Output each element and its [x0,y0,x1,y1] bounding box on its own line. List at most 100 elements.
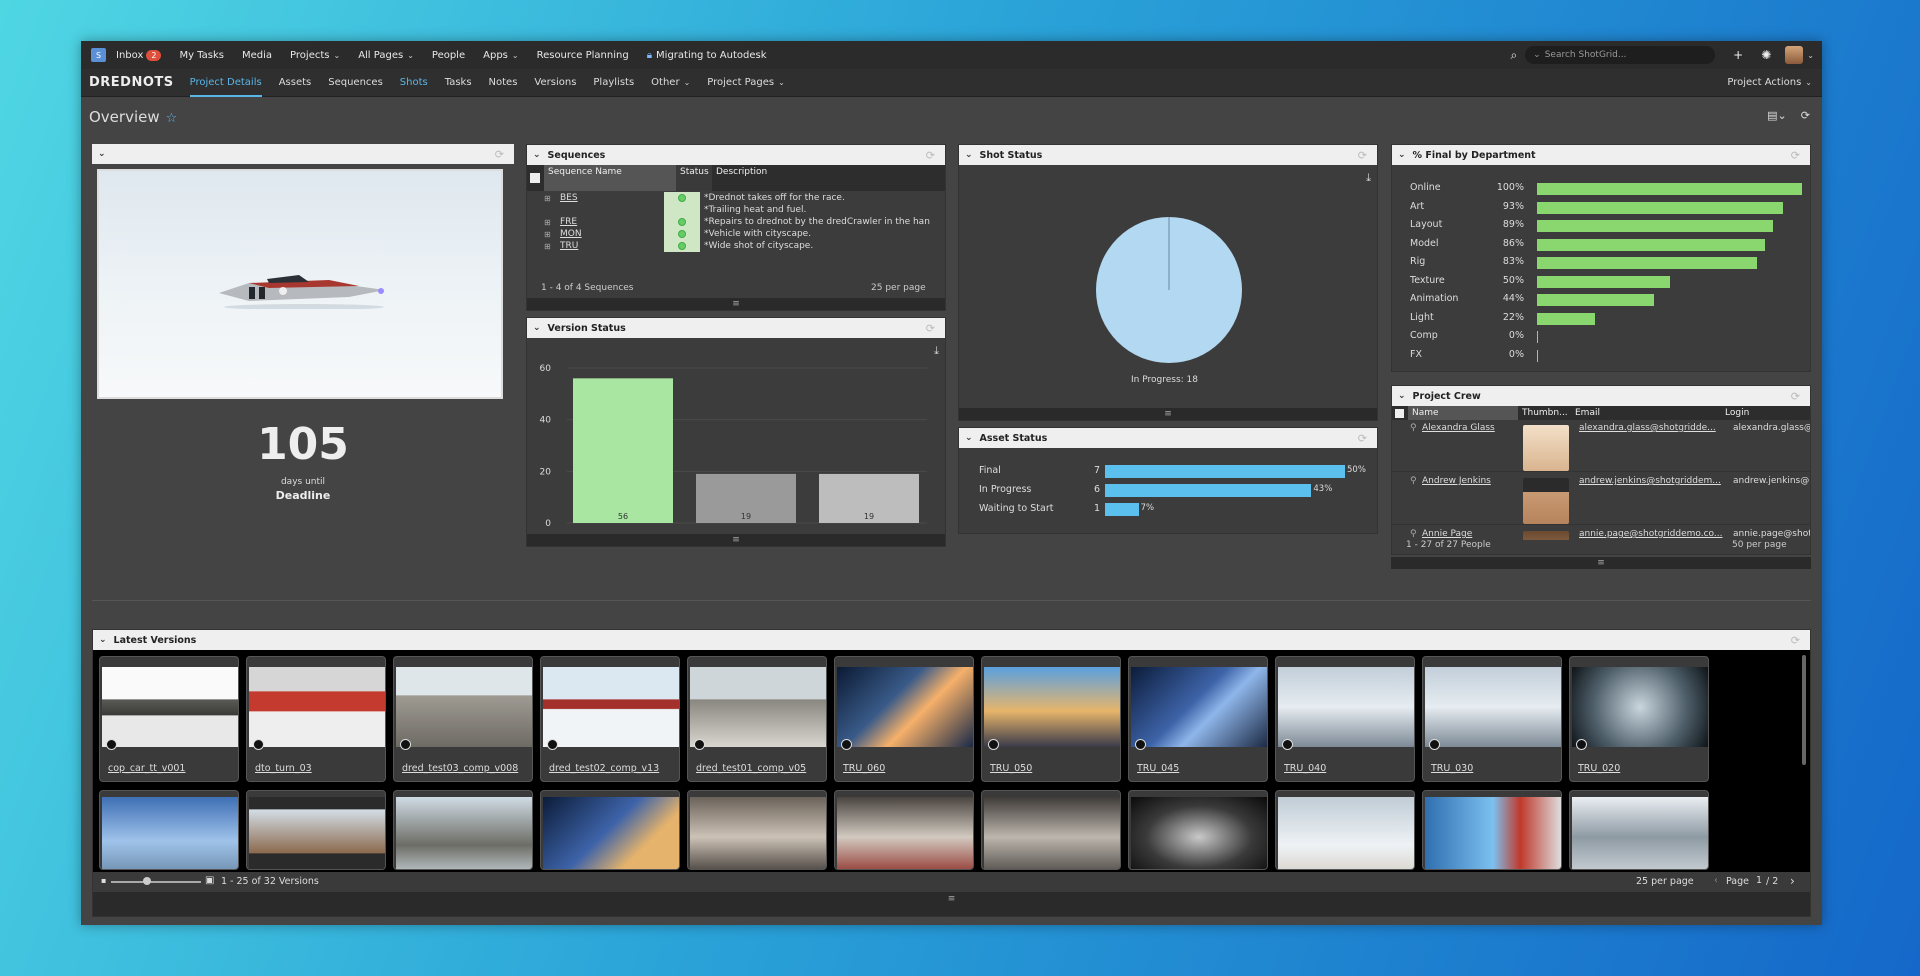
table-row[interactable]: ⚲ Alexandra Glass alexandra.glass@shotgrid… [1392,420,1810,472]
sequence-name-link[interactable]: TRU [556,241,664,251]
table-row[interactable]: ⊞ BES *Drednot takes off for the race. [527,192,945,204]
collapse-chevron-icon[interactable]: ⌄ [965,150,973,160]
resize-handle[interactable]: ≡ [93,892,1810,916]
table-row[interactable]: ⊞ FRE *Repairs to drednot by the dredCrawl… [527,216,945,228]
migrating-link[interactable]: 🔒︎ Migrating to Autodesk [647,50,767,61]
search-icon[interactable]: ⌕ [1510,48,1517,63]
column-header-thumbnail[interactable]: Thumbn... [1518,408,1571,418]
version-thumbnail[interactable] [690,667,826,747]
tab-playlists[interactable]: Playlists [593,69,634,97]
expand-row-icon[interactable]: ⊞ [544,218,556,227]
tab-other[interactable]: Other ⌄ [651,69,690,97]
column-header-status[interactable]: Status [676,165,712,191]
dept-bar[interactable] [1537,220,1773,232]
tab-sequences[interactable]: Sequences [328,69,383,97]
dept-bar[interactable] [1537,257,1757,269]
version-name-link[interactable]: TRU_060 [843,763,885,774]
version-thumbnail[interactable] [1131,667,1267,747]
version-card[interactable] [246,790,386,870]
version-name-link[interactable]: TRU_020 [1578,763,1620,774]
media-link[interactable]: Media [242,50,272,61]
tab-project-details[interactable]: Project Details [189,69,262,97]
version-thumbnail[interactable] [837,797,973,869]
version-card[interactable]: cop_car_tt_v001 [99,656,239,782]
play-icon[interactable] [988,739,999,750]
asset-status-bar[interactable] [1105,484,1312,497]
version-card[interactable] [687,790,827,870]
bar-pending-review[interactable] [573,378,673,523]
refresh-icon[interactable]: ⟳ [926,322,935,335]
version-thumbnail[interactable] [102,667,238,747]
refresh-icon[interactable]: ⟳ [1791,634,1800,647]
version-card[interactable] [834,790,974,870]
version-name-link[interactable]: dto_turn_03 [255,763,312,774]
refresh-icon[interactable]: ⟳ [1801,109,1810,122]
sequence-name-link[interactable]: FRE [556,217,664,227]
dept-bar[interactable] [1537,238,1765,251]
version-thumbnail[interactable] [984,667,1120,747]
dept-bar[interactable] [1537,349,1538,362]
version-thumbnail[interactable] [1425,797,1561,869]
play-icon[interactable] [694,739,705,750]
collapse-chevron-icon[interactable]: ⌄ [98,149,106,159]
my-tasks-link[interactable]: My Tasks [179,50,224,61]
version-thumbnail[interactable] [102,797,238,869]
play-icon[interactable] [547,739,558,750]
collapse-chevron-icon[interactable]: ⌄ [1398,391,1406,401]
asset-status-bar[interactable] [1105,503,1139,516]
version-thumbnail[interactable] [1278,797,1414,869]
version-thumbnail[interactable] [1278,667,1414,747]
resource-planning-link[interactable]: Resource Planning [537,50,629,61]
column-header-email[interactable]: Email [1571,408,1721,418]
crew-email-link[interactable]: annie.page@shotgriddemo.co... [1579,529,1729,539]
next-page-icon[interactable]: › [1790,874,1795,888]
slider-handle[interactable] [143,877,151,885]
expand-row-icon[interactable]: ⊞ [544,230,556,239]
version-card[interactable] [1422,790,1562,870]
version-card[interactable]: dred_test01_comp_v05 [687,656,827,782]
refresh-icon[interactable]: ⟳ [1358,432,1367,445]
play-icon[interactable] [106,739,117,750]
crew-name-link[interactable]: Andrew Jenkins [1422,476,1491,486]
table-row[interactable]: ⊞ TRU *Wide shot of cityscape. [527,240,945,252]
version-card[interactable]: TRU_030 [1422,656,1562,782]
thumb-size-slider[interactable] [111,881,201,883]
column-header-description[interactable]: Description [712,165,771,191]
version-card[interactable]: dred_test02_comp_v13 [540,656,680,782]
select-all-checkbox[interactable] [1395,408,1404,418]
version-name-link[interactable]: dred_test02_comp_v13 [549,763,659,774]
version-name-link[interactable]: TRU_040 [1284,763,1326,774]
all-pages-menu[interactable]: All Pages ⌄ [358,50,414,61]
tab-versions[interactable]: Versions [534,69,576,97]
version-thumbnail[interactable] [396,667,532,747]
version-name-link[interactable]: TRU_050 [990,763,1032,774]
version-thumbnail[interactable] [1131,797,1267,869]
column-header-login[interactable]: Login [1721,408,1749,418]
version-name-link[interactable]: dred_test01_comp_v05 [696,763,806,774]
select-all-checkbox[interactable] [530,173,540,183]
collapse-chevron-icon[interactable]: ⌄ [965,433,973,443]
shotgrid-logo-icon[interactable]: S [91,48,106,62]
chevron-down-icon[interactable]: ⌄ [1807,51,1814,60]
resize-handle[interactable]: ≡ [959,408,1377,420]
version-thumbnail[interactable] [837,667,973,747]
version-card[interactable] [1128,790,1268,870]
version-name-link[interactable]: TRU_030 [1431,763,1473,774]
table-row[interactable]: ⚲ Andrew Jenkins andrew.jenkins@shotgridde… [1392,473,1810,525]
bug-icon[interactable]: ✺ [1761,48,1771,62]
crew-email-link[interactable]: alexandra.glass@shotgridde... [1579,423,1729,433]
sequence-name-link[interactable]: BES [556,193,664,203]
resize-handle[interactable]: ≡ [527,534,945,546]
table-row[interactable]: ⚲ Annie Page annie.page@shotgriddemo.co...… [1392,526,1810,540]
crew-per-page[interactable]: 50 per page [1732,540,1787,550]
refresh-icon[interactable]: ⟳ [495,148,504,161]
dept-bar[interactable] [1537,183,1802,195]
dept-bar[interactable] [1537,331,1538,343]
people-link[interactable]: People [432,50,465,61]
tab-project-pages[interactable]: Project Pages ⌄ [707,69,785,97]
projects-menu[interactable]: Projects ⌄ [290,50,340,61]
project-actions-menu[interactable]: Project Actions ⌄ [1727,77,1812,88]
play-icon[interactable] [400,739,411,750]
collapse-chevron-icon[interactable]: ⌄ [533,323,541,333]
crew-email-link[interactable]: andrew.jenkins@shotgriddem... [1579,476,1729,486]
